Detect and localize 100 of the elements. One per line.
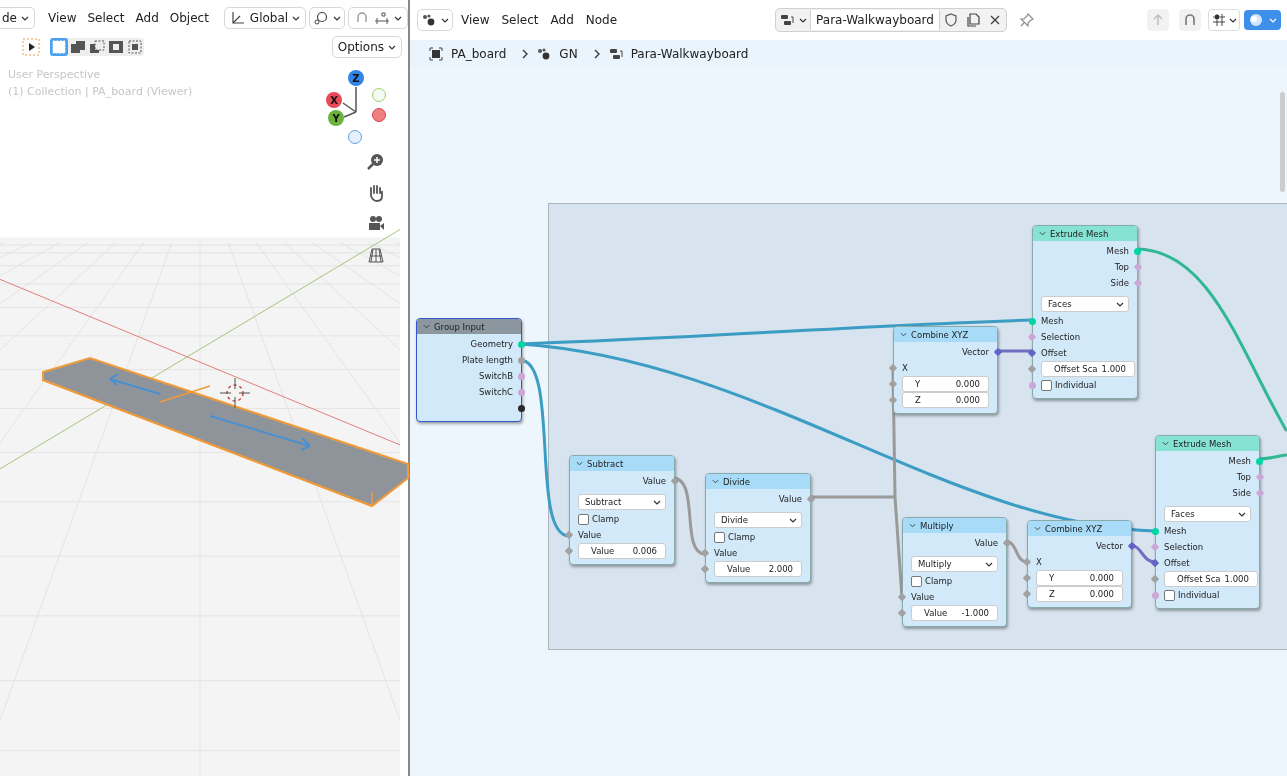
- number-field[interactable]: Y 0.000: [902, 376, 989, 392]
- node-header[interactable]: Combine XYZ: [1028, 521, 1131, 536]
- axes-icon: [229, 10, 246, 26]
- socket-label: Top: [1236, 472, 1251, 482]
- menu-item[interactable]: Add: [131, 11, 163, 25]
- dropdown-field[interactable]: Divide: [714, 512, 802, 528]
- number-field[interactable]: Value -1.000: [911, 605, 998, 621]
- select-extend-icon[interactable]: [69, 38, 87, 56]
- socket-icon[interactable]: [518, 404, 525, 412]
- checkbox-label: Clamp: [592, 514, 620, 524]
- collapse-icon[interactable]: [909, 523, 916, 528]
- collapse-icon[interactable]: [576, 461, 583, 466]
- node-title: Extrude Mesh: [1050, 228, 1109, 239]
- caret-icon: [333, 15, 342, 21]
- menu-item[interactable]: Select: [497, 13, 543, 27]
- select-tool-icon[interactable]: [22, 38, 40, 56]
- duplicate-icon[interactable]: [964, 12, 981, 28]
- checkbox-label: Individual: [1178, 590, 1220, 600]
- checkbox[interactable]: [911, 575, 922, 587]
- breadcrumb-link[interactable]: GN: [559, 47, 578, 61]
- menu-item[interactable]: Select: [83, 11, 129, 25]
- breadcrumb-link[interactable]: Para-Walkwayboard: [630, 47, 749, 61]
- checkbox[interactable]: [714, 531, 725, 543]
- node-header[interactable]: Divide: [706, 474, 810, 489]
- number-field[interactable]: Value 0.006: [578, 543, 666, 559]
- caret-icon: [1116, 301, 1124, 307]
- orientation-dropdown[interactable]: Global: [223, 7, 307, 29]
- number-field[interactable]: Z 0.000: [902, 392, 989, 408]
- snap-dropdown[interactable]: [1208, 9, 1240, 31]
- collapse-icon[interactable]: [1039, 231, 1046, 236]
- menu-item[interactable]: View: [44, 11, 81, 25]
- socket-label: X: [902, 363, 908, 373]
- overlay-icon: [1248, 12, 1264, 28]
- caret-icon: [1229, 17, 1237, 23]
- socket-label: Value: [578, 530, 602, 540]
- select-intersect-icon[interactable]: [126, 38, 144, 56]
- node-title: Combine XYZ: [911, 329, 969, 340]
- grid-icon[interactable]: [366, 245, 386, 265]
- collapse-icon[interactable]: [423, 324, 430, 329]
- checkbox[interactable]: [1041, 379, 1052, 391]
- node-header[interactable]: Extrude Mesh: [1033, 226, 1137, 241]
- select-subtract-icon[interactable]: [88, 38, 106, 56]
- select-invert-icon[interactable]: [107, 38, 125, 56]
- node-title: Divide: [723, 476, 750, 487]
- node-tree-icon: [607, 46, 624, 62]
- checkbox[interactable]: [578, 513, 589, 525]
- node-header[interactable]: Extrude Mesh: [1156, 436, 1259, 451]
- dropdown-field[interactable]: Faces: [1041, 296, 1129, 312]
- socket-label: Plate length: [461, 355, 513, 365]
- caret-icon: [653, 499, 661, 505]
- options-dropdown[interactable]: Options: [331, 36, 402, 58]
- node-header[interactable]: Multiply: [903, 518, 1006, 533]
- snapping-dropdown[interactable]: [348, 7, 409, 29]
- caret-icon: [789, 517, 797, 523]
- dropdown-field[interactable]: Multiply: [911, 556, 998, 572]
- shield-icon[interactable]: [942, 12, 959, 28]
- socket-label: Value: [911, 592, 935, 602]
- node-tree-icon: [779, 12, 796, 28]
- editor-type-dropdown[interactable]: [417, 9, 453, 31]
- collapse-icon[interactable]: [1034, 526, 1041, 531]
- zoom-icon[interactable]: [366, 152, 386, 172]
- collapse-icon[interactable]: [712, 479, 719, 484]
- chevron-right-icon: [592, 49, 601, 59]
- pivot-dropdown[interactable]: [309, 7, 346, 29]
- snap-increment-icon: [374, 10, 391, 26]
- collapse-icon[interactable]: [1162, 441, 1169, 446]
- 3d-cursor-icon: [220, 378, 250, 408]
- number-field[interactable]: Offset Sca 1.000: [1164, 571, 1258, 587]
- checkbox-label: Clamp: [728, 532, 756, 542]
- chevron-right-icon: [521, 49, 530, 59]
- node-header[interactable]: Group Input: [417, 319, 521, 334]
- breadcrumb-link[interactable]: PA_board: [451, 47, 507, 61]
- menu-item[interactable]: Add: [546, 13, 578, 27]
- socket-label: Mesh: [1041, 316, 1064, 326]
- number-field[interactable]: Offset Sca 1.000: [1041, 361, 1135, 377]
- menu-item[interactable]: Object: [165, 11, 213, 25]
- select-new-icon[interactable]: [50, 38, 68, 56]
- checkbox-label: Clamp: [925, 576, 953, 586]
- viewport-info-text: (1) Collection | PA_board (Viewer): [8, 85, 193, 98]
- mode-dropdown[interactable]: de: [0, 7, 35, 29]
- pin-icon[interactable]: [1018, 12, 1035, 28]
- collapse-icon[interactable]: [900, 332, 907, 337]
- node-tree-name-field[interactable]: Para-Walkwayboard: [810, 10, 940, 30]
- node-title: Group Input: [434, 321, 485, 332]
- axis-lines: [342, 86, 357, 119]
- dropdown-field[interactable]: Faces: [1164, 506, 1251, 522]
- magnet-icon[interactable]: [1179, 9, 1201, 31]
- checkbox-label: Individual: [1055, 380, 1097, 390]
- node-header[interactable]: Combine XYZ: [894, 327, 997, 342]
- node-card[interactable]: Group Input Geometry Plate length SwitchB SwitchC: [416, 318, 522, 422]
- number-field[interactable]: Z 0.000: [1036, 586, 1123, 602]
- menu-item[interactable]: Node: [581, 13, 622, 27]
- menu-item[interactable]: View: [457, 13, 494, 27]
- scrollbar-handle[interactable]: [1280, 92, 1285, 192]
- checkbox[interactable]: [1164, 589, 1175, 601]
- socket-label: SwitchB: [479, 371, 513, 381]
- dropdown-field[interactable]: Subtract: [578, 494, 666, 510]
- number-field[interactable]: Y 0.000: [1036, 570, 1123, 586]
- node-header[interactable]: Subtract: [570, 456, 674, 471]
- number-field[interactable]: Value 2.000: [714, 561, 802, 577]
